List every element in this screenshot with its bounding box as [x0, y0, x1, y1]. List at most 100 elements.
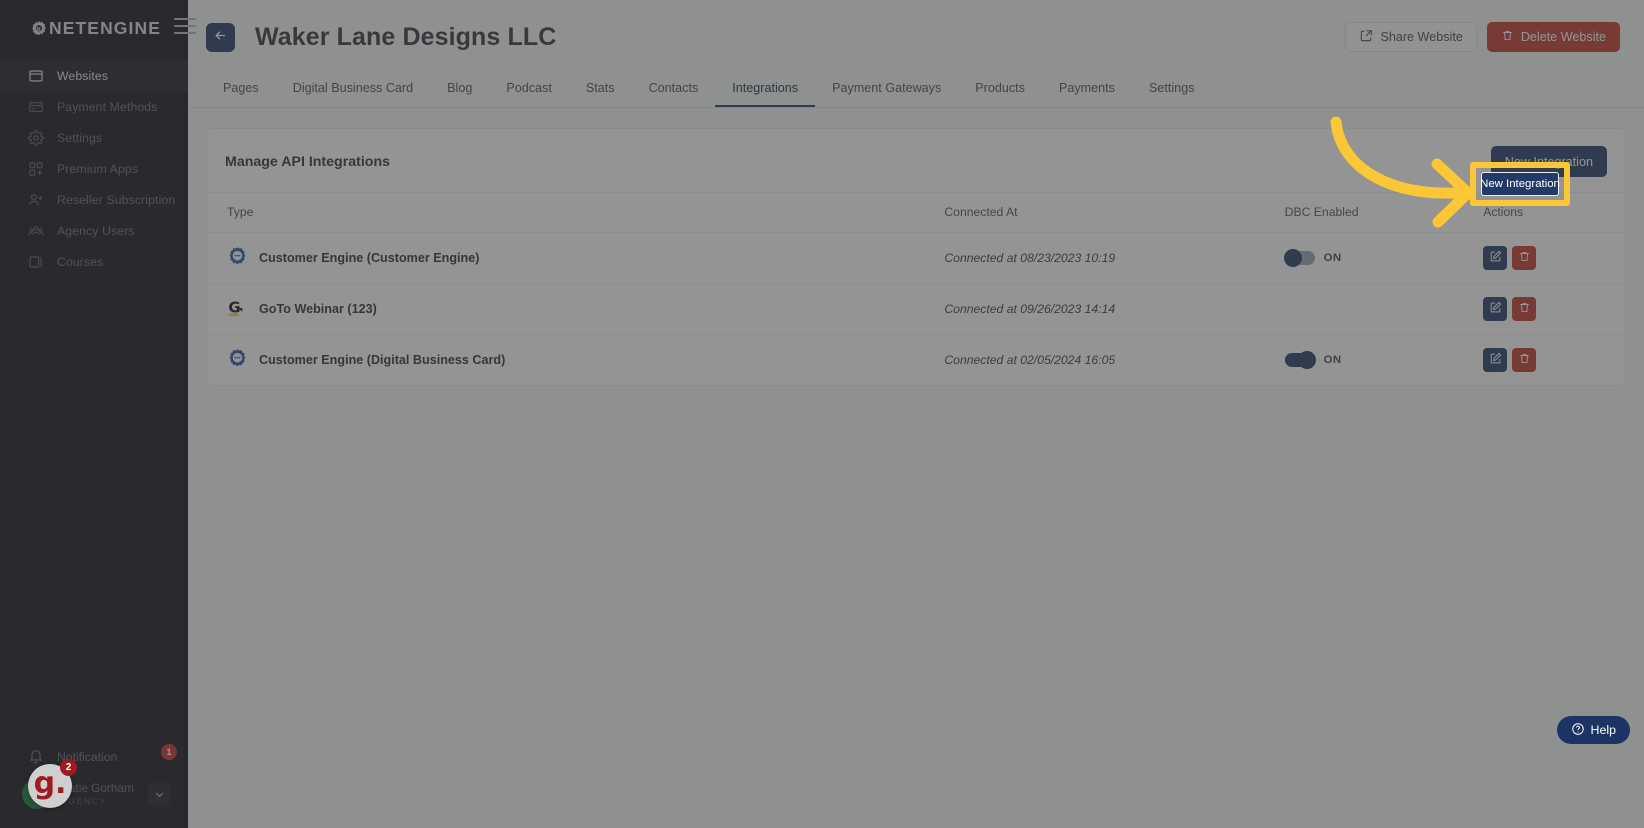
edit-integration-button[interactable]	[1483, 348, 1508, 372]
header-actions: Share Website Delete Website	[1345, 22, 1620, 52]
trash-icon	[1518, 352, 1531, 368]
title-row: Waker Lane Designs LLC Share Website Del…	[206, 22, 1620, 52]
sidebar-item-label: Settings	[57, 130, 103, 145]
sidebar-item-settings[interactable]: Settings	[0, 122, 188, 153]
integration-type-label: GoTo Webinar (123)	[259, 302, 377, 316]
sidebar-item-notification[interactable]: Notification 1	[0, 742, 188, 772]
card-title: Manage API Integrations	[225, 153, 391, 170]
cell-connected-at: Connected at 08/23/2023 10:19	[944, 232, 1285, 284]
table-row[interactable]: Customer Engine (Customer Engine) Connec…	[207, 232, 1625, 284]
delete-integration-button[interactable]	[1512, 297, 1537, 321]
new-integration-button-highlighted[interactable]: New Integration	[1480, 172, 1560, 196]
help-button[interactable]: Help	[1556, 716, 1630, 744]
gear-icon	[28, 129, 44, 146]
bell-icon	[28, 748, 44, 767]
sidebar: N NETENGINE Websites Payment Methods Set…	[0, 0, 196, 828]
tab-pages[interactable]: Pages	[206, 72, 276, 107]
brand-label: NETENGINE	[49, 17, 161, 38]
sidebar-item-label: Courses	[57, 254, 104, 269]
sidebar-item-label: Agency Users	[57, 223, 135, 238]
customer-engine-icon	[227, 348, 248, 372]
share-website-label: Share Website	[1380, 30, 1463, 44]
sidebar-item-label: Reseller Subscription	[57, 192, 176, 207]
tab-digital-business-card[interactable]: Digital Business Card	[276, 72, 430, 107]
sidebar-item-courses[interactable]: Courses	[0, 246, 188, 277]
integrations-card: Manage API Integrations New Integration …	[206, 128, 1626, 386]
hamburger-menu-icon[interactable]	[174, 18, 196, 36]
svg-text:G: G	[228, 298, 240, 316]
user-plus-icon	[28, 192, 44, 208]
tab-payments[interactable]: Payments	[1042, 72, 1132, 107]
trash-icon	[1518, 301, 1531, 317]
page-header: Waker Lane Designs LLC Share Website Del…	[188, 0, 1644, 52]
integration-type-label: Customer Engine (Digital Business Card)	[259, 353, 506, 367]
delete-integration-button[interactable]	[1512, 246, 1537, 270]
tab-podcast[interactable]: Podcast	[489, 72, 569, 107]
tab-contacts[interactable]: Contacts	[632, 72, 716, 107]
table-row[interactable]: G GoTo Webinar (123) Connected at 09/26/…	[207, 283, 1625, 335]
dbc-toggle-label: ON	[1323, 252, 1342, 264]
cell-type: Customer Engine (Digital Business Card)	[207, 335, 944, 386]
tab-stats[interactable]: Stats	[569, 72, 632, 107]
help-label: Help	[1590, 723, 1616, 737]
edit-integration-button[interactable]	[1483, 246, 1508, 270]
sidebar-item-agency-users[interactable]: Agency Users	[0, 215, 188, 246]
chevron-down-icon[interactable]	[148, 783, 170, 805]
tab-blog[interactable]: Blog	[430, 72, 489, 107]
column-connected-at: Connected At	[944, 193, 1285, 233]
notification-badge: 1	[161, 744, 177, 760]
edit-pencil-icon	[1489, 352, 1502, 368]
cell-actions	[1483, 283, 1625, 335]
connected-at-label: Connected at 08/23/2023 10:19	[944, 251, 1116, 265]
column-dbc-enabled: DBC Enabled	[1284, 193, 1484, 233]
share-icon	[1359, 29, 1373, 46]
delete-website-button[interactable]: Delete Website	[1486, 22, 1620, 52]
connected-at-label: Connected at 09/26/2023 14:14	[944, 302, 1116, 316]
sidebar-item-premium-apps[interactable]: Premium Apps	[0, 153, 188, 184]
cell-connected-at: Connected at 02/05/2024 16:05	[944, 335, 1284, 386]
table-body: Customer Engine (Customer Engine) Connec…	[207, 232, 1625, 386]
arrow-left-icon	[213, 28, 228, 47]
main-content: Waker Lane Designs LLC Share Website Del…	[188, 0, 1644, 828]
sidebar-nav: Websites Payment Methods Settings Premiu…	[0, 60, 188, 277]
tab-payment-gateways[interactable]: Payment Gateways	[815, 72, 958, 107]
app-root: N NETENGINE Websites Payment Methods Set…	[0, 0, 1644, 828]
brand-logo[interactable]: N NETENGINE	[0, 0, 188, 56]
delete-website-label: Delete Website	[1520, 30, 1606, 44]
cell-actions	[1483, 232, 1625, 284]
tab-bar: Pages Digital Business Card Blog Podcast…	[188, 72, 1644, 108]
sidebar-item-websites[interactable]: Websites	[0, 60, 188, 91]
table-row[interactable]: Customer Engine (Digital Business Card) …	[207, 335, 1625, 386]
widget-unread-badge: 2	[60, 759, 77, 776]
page-title: Waker Lane Designs LLC	[255, 22, 557, 51]
connected-at-label: Connected at 02/05/2024 16:05	[944, 353, 1116, 367]
question-circle-icon	[1571, 722, 1585, 739]
column-actions: Actions	[1483, 193, 1625, 233]
delete-integration-button[interactable]	[1512, 348, 1537, 372]
cell-type: G GoTo Webinar (123)	[207, 283, 945, 335]
tab-integrations[interactable]: Integrations	[715, 72, 816, 107]
dbc-toggle-label: ON	[1323, 354, 1342, 366]
dbc-toggle[interactable]	[1284, 351, 1316, 369]
dbc-toggle[interactable]	[1283, 249, 1315, 267]
tab-settings[interactable]: Settings	[1132, 72, 1212, 107]
cell-type: Customer Engine (Customer Engine)	[207, 232, 945, 284]
cell-dbc-enabled	[1284, 283, 1484, 335]
table-header: Type Connected At DBC Enabled Actions	[207, 193, 1625, 233]
chat-widget-avatar[interactable]: g. 2	[28, 759, 77, 808]
book-icon	[28, 254, 44, 270]
back-button[interactable]	[206, 22, 235, 52]
edit-pencil-icon	[1489, 250, 1502, 266]
trash-icon	[1501, 29, 1514, 45]
share-website-button[interactable]: Share Website	[1345, 22, 1477, 52]
tab-products[interactable]: Products	[958, 72, 1042, 107]
goto-webinar-icon: G	[227, 297, 248, 321]
sidebar-item-reseller-subscription[interactable]: Reseller Subscription	[0, 184, 188, 215]
apps-grid-icon	[28, 161, 44, 177]
integration-type-label: Customer Engine (Customer Engine)	[259, 251, 480, 265]
sidebar-item-payment-methods[interactable]: Payment Methods	[0, 91, 188, 122]
edit-integration-button[interactable]	[1483, 297, 1508, 321]
sidebar-item-label: Websites	[57, 68, 109, 83]
cell-dbc-enabled: ON	[1284, 335, 1484, 386]
cell-dbc-enabled: ON	[1283, 232, 1484, 284]
